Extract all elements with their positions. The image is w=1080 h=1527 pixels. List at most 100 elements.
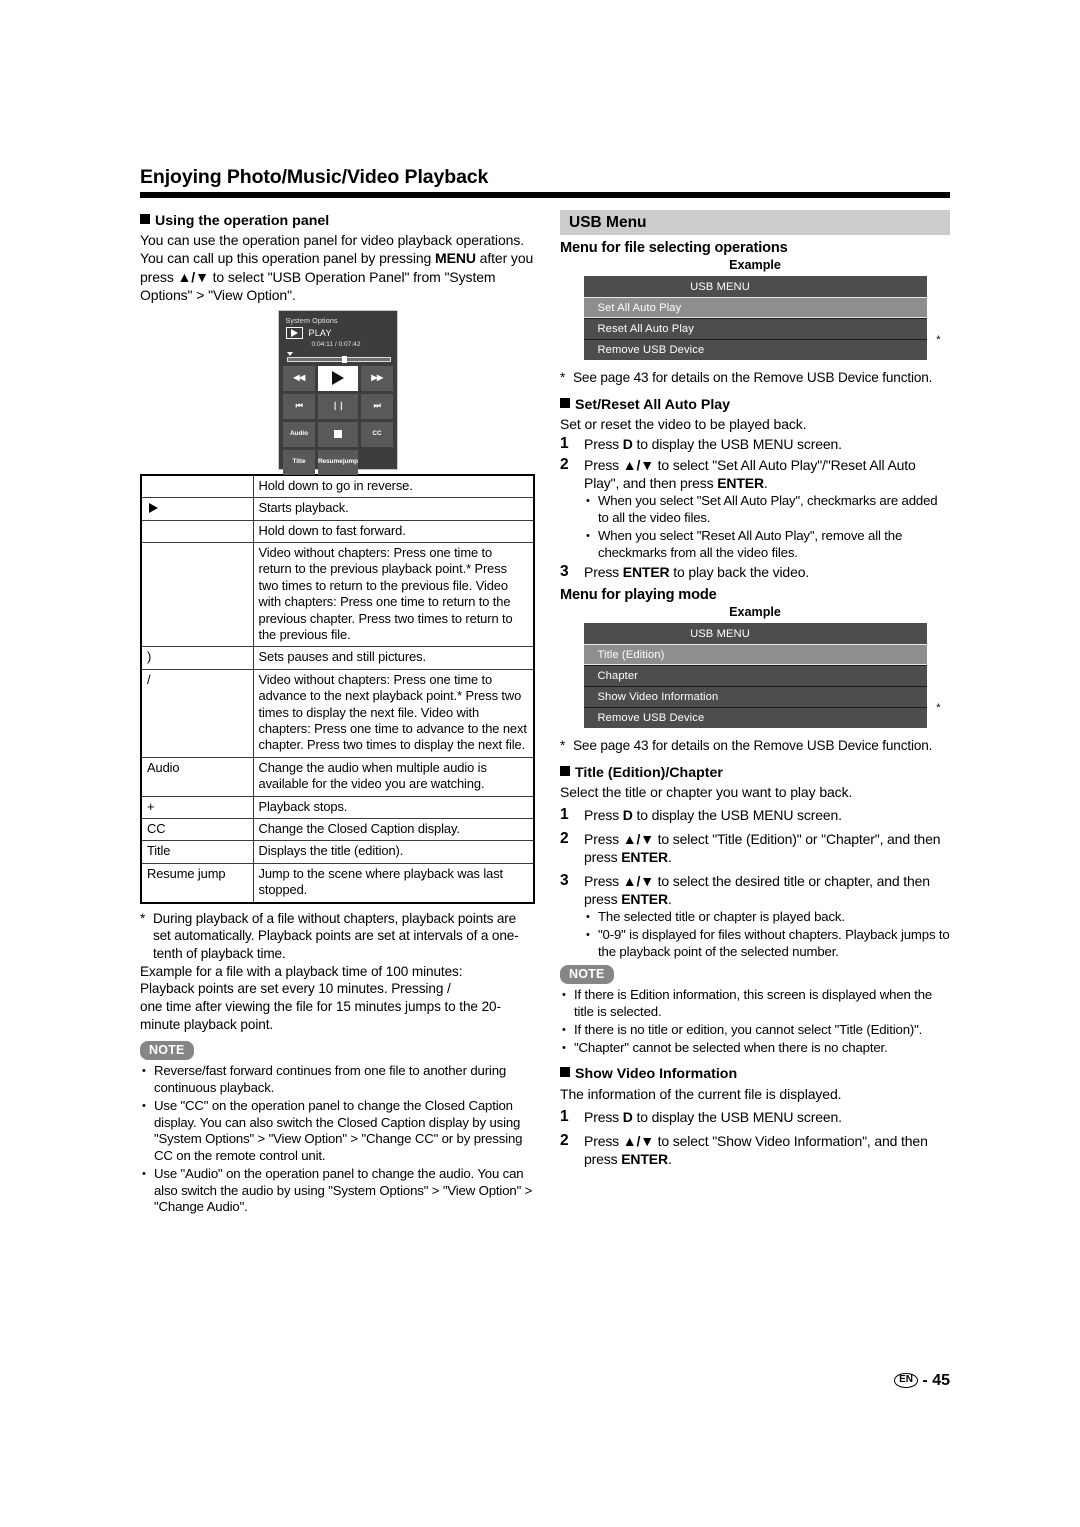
- op-play-button[interactable]: [318, 365, 358, 391]
- square-bullet-icon: [560, 397, 570, 408]
- usb-menu-item-remove-usb-device[interactable]: Remove USB Device: [583, 339, 927, 360]
- bullet-dot-icon: •: [562, 989, 566, 1002]
- example-label-2: Example: [729, 605, 781, 620]
- bullet-dot-icon: •: [586, 495, 590, 508]
- table-row: / Video without chapters: Press one time…: [140, 668, 535, 758]
- usb-menu-item-set-all-auto-play[interactable]: Set All Auto Play: [583, 297, 927, 318]
- usb-menu-item-reset-all-auto-play[interactable]: Reset All Auto Play: [583, 318, 927, 339]
- bullet-dot-icon: •: [586, 529, 590, 542]
- section-2-step-1: 1 Press D to display the USB MENU screen…: [560, 435, 842, 453]
- section-3-step-1: 1 Press D to display the USB MENU screen…: [560, 806, 842, 824]
- usb-menu-item-remove-usb-device-2[interactable]: Remove USB Device: [583, 707, 927, 729]
- table-cell-key: CC: [140, 817, 254, 842]
- table-cell-desc: Displays the title (edition).: [252, 840, 535, 864]
- op-resume-jump-button[interactable]: Resume jump: [318, 449, 358, 475]
- right-column: USB Menu Menu for file selecting operati…: [560, 210, 950, 1168]
- table-row: Title Displays the title (edition).: [140, 840, 535, 864]
- table-cell-key: /: [140, 668, 254, 758]
- op-stop-button[interactable]: [318, 421, 358, 447]
- operation-panel-mock: System Options PLAY 0:04:11 / 0:07:42 ◀◀…: [277, 309, 398, 475]
- section-heading-title-edition-chapter: Title (Edition)/Chapter: [560, 764, 950, 782]
- note-badge: NOTE: [140, 1041, 194, 1061]
- section-heading-show-video-information: Show Video Information: [560, 1065, 950, 1083]
- op-title-button[interactable]: Title: [283, 449, 315, 475]
- bullet-dot-icon: •: [562, 1023, 566, 1036]
- bullet-dot-icon: •: [142, 1065, 146, 1078]
- table-cell-key: [140, 519, 254, 544]
- triangle-right-icon: [149, 503, 158, 514]
- section-3-bullet-2: • "0-9" is displayed for files without c…: [586, 926, 950, 959]
- section-heading-using-operation-panel: Using the operation panel: [140, 212, 535, 230]
- table-row: + Playback stops.: [140, 795, 535, 819]
- left-note-item-1: • Reverse/fast forward continues from on…: [142, 1063, 507, 1095]
- table-cell-key: Resume jump: [140, 862, 254, 904]
- usb-menu-2-star-marker: *: [936, 702, 941, 715]
- table-row: Hold down to fast forward.: [140, 519, 535, 544]
- intro-paragraph-1: You can use the operation panel for vide…: [140, 232, 525, 249]
- usb-menu-item-show-video-information[interactable]: Show Video Information: [583, 686, 927, 708]
- table-cell-desc: Playback stops.: [252, 795, 535, 819]
- left-note-item-2: • Use "CC" on the operation panel to cha…: [142, 1097, 523, 1164]
- table-cell-desc: Hold down to go in reverse.: [252, 474, 535, 499]
- stop-icon: [334, 430, 342, 439]
- section-3-step-3: 3 Press ▲/▼ to select the desired title …: [560, 871, 930, 907]
- updown-arrows-icon: ▲/▼: [177, 268, 209, 285]
- left-column: Using the operation panel You can use th…: [140, 212, 535, 1216]
- table-cell-desc: Change the audio when multiple audio is …: [252, 756, 535, 797]
- usb-menu-1-star-marker: *: [936, 334, 941, 346]
- section-4-intro: The information of the current file is d…: [560, 1085, 842, 1102]
- op-cc-button[interactable]: CC: [361, 421, 393, 447]
- square-bullet-icon: [140, 214, 150, 224]
- op-next-button[interactable]: ⏭: [361, 393, 393, 419]
- example-line-3: one time after viewing the file for 15 m…: [140, 998, 501, 1032]
- op-previous-button[interactable]: ⏮: [283, 393, 315, 419]
- example-line-2: Playback points are set every 10 minutes…: [140, 981, 451, 997]
- table-cell-key: Audio: [140, 756, 254, 797]
- usb-menu-title-1: USB MENU: [583, 276, 927, 297]
- bullet-dot-icon: •: [142, 1099, 146, 1112]
- bullet-dot-icon: •: [562, 1041, 566, 1054]
- language-badge: EN: [894, 1373, 918, 1388]
- bullet-dot-icon: •: [586, 928, 590, 941]
- op-pause-button[interactable]: ❘❘: [318, 393, 358, 419]
- usb-menu-item-chapter[interactable]: Chapter: [583, 665, 927, 687]
- play-icon: [332, 371, 344, 386]
- section-4-step-1: 1 Press D to display the USB MENU screen…: [560, 1107, 842, 1125]
- op-button-grid: ◀◀ ▶▶ ⏮ ❘❘ ⏭ Audio CC Title Resume jump: [283, 365, 393, 475]
- page-footer: EN - 45: [0, 1372, 1080, 1390]
- table-cell-desc: Jump to the scene where playback was las…: [252, 862, 535, 904]
- right-note-item-1: • If there is Edition information, this …: [562, 987, 933, 1020]
- op-play-status-icon: [285, 326, 303, 339]
- table-cell-key: [140, 474, 254, 499]
- section-3-intro: Select the title or chapter you want to …: [560, 784, 853, 801]
- page-number: 45: [932, 1372, 950, 1389]
- section-2-step-3: 3 Press ENTER to play back the video.: [560, 563, 810, 581]
- document-page: Enjoying Photo/Music/Video Playback Usin…: [0, 0, 1080, 1527]
- left-note-item-3: • Use "Audio" on the operation panel to …: [142, 1165, 533, 1215]
- usb-menu-item-title-edition[interactable]: Title (Edition): [583, 644, 927, 666]
- table-cell-key: ): [140, 646, 254, 670]
- header-rule: [140, 192, 950, 198]
- op-fast-forward-button[interactable]: ▶▶: [361, 365, 393, 391]
- table-row: CC Change the Closed Caption display.: [140, 817, 535, 842]
- section-3-bullet-1: • The selected title or chapter is playe…: [586, 908, 845, 924]
- section-heading-set-reset-all-auto-play: Set/Reset All Auto Play: [560, 396, 950, 414]
- op-play-status-label: PLAY: [308, 327, 332, 338]
- table-cell-desc: Starts playback.: [252, 497, 535, 521]
- op-progress-bar[interactable]: [286, 351, 391, 363]
- section-2-intro: Set or reset the video to be played back…: [560, 415, 807, 432]
- table-row: Resume jump Jump to the scene where play…: [140, 862, 535, 904]
- usb-menu-title-2: USB MENU: [583, 623, 927, 645]
- usb-menu-screen-1: USB MENU Set All Auto Play Reset All Aut…: [583, 276, 941, 360]
- note-badge: NOTE: [560, 965, 614, 985]
- op-progress-knob[interactable]: [341, 355, 347, 363]
- table-cell-desc: Change the Closed Caption display.: [252, 817, 535, 842]
- menu-key-label: MENU: [435, 250, 476, 267]
- usb-menu-screen-2: USB MENU Title (Edition) Chapter Show Vi…: [583, 623, 941, 729]
- op-rewind-button[interactable]: ◀◀: [283, 365, 315, 391]
- op-audio-button[interactable]: Audio: [283, 421, 315, 447]
- key-function-table: Hold down to go in reverse. Starts playb…: [140, 473, 535, 904]
- square-bullet-icon: [560, 765, 570, 776]
- table-cell-desc: Video without chapters: Press one time t…: [252, 542, 535, 648]
- page-title: Enjoying Photo/Music/Video Playback: [140, 166, 489, 188]
